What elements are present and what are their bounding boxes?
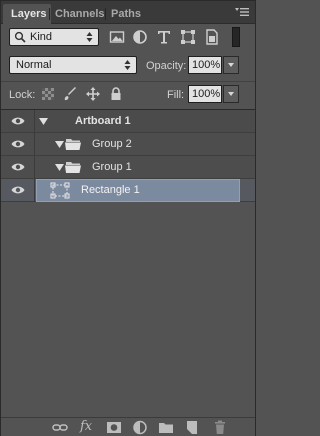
layers-list: Artboard 1 Group 2 Group 1 Rectangle 1 xyxy=(1,109,255,417)
tab-layers[interactable]: Layers xyxy=(3,4,52,24)
filter-kind-select[interactable]: Kind xyxy=(9,28,99,46)
visibility-cell[interactable] xyxy=(1,156,35,178)
layer-name: Group 2 xyxy=(92,138,132,150)
layer-row-artboard[interactable]: Artboard 1 xyxy=(1,110,255,133)
layers-panel: Layers Channels Paths Kind Normal Opacit… xyxy=(0,0,256,436)
adjustment-filter-icon[interactable] xyxy=(132,29,148,45)
eye-icon[interactable] xyxy=(11,162,25,172)
opacity-slider-button[interactable] xyxy=(223,56,239,74)
pixel-filter-icon[interactable] xyxy=(109,29,125,45)
blend-mode-label: Normal xyxy=(16,59,52,71)
eye-icon[interactable] xyxy=(11,139,25,149)
blend-mode-select[interactable]: Normal xyxy=(9,56,137,74)
adjustment-layer-icon[interactable] xyxy=(132,420,148,435)
link-layers-icon[interactable] xyxy=(52,420,68,435)
fill-slider-button[interactable] xyxy=(223,85,239,103)
visibility-cell[interactable] xyxy=(1,179,35,201)
opacity-input[interactable]: 100% xyxy=(188,56,222,74)
opacity-label: Opacity: xyxy=(146,60,187,72)
layer-name: Group 1 xyxy=(92,161,132,173)
smart-object-filter-icon[interactable] xyxy=(204,29,220,45)
layer-row-group[interactable]: Group 1 xyxy=(1,156,255,179)
fill-label: Fill: xyxy=(167,89,185,101)
shape-thumbnail-icon xyxy=(50,182,70,199)
filter-toggle-switch[interactable] xyxy=(232,27,240,47)
expand-caret-icon[interactable] xyxy=(39,118,48,125)
blend-row: Normal Opacity: 100% xyxy=(1,54,255,78)
tab-divider xyxy=(49,8,50,20)
tab-divider xyxy=(105,8,106,20)
folder-icon xyxy=(65,162,81,173)
expand-caret-icon[interactable] xyxy=(55,141,64,148)
visibility-cell[interactable] xyxy=(1,133,35,155)
lock-pixels-brush-icon[interactable] xyxy=(63,87,77,101)
fill-input[interactable]: 100% xyxy=(188,85,222,103)
layer-name: Artboard 1 xyxy=(75,115,131,127)
updown-arrows-icon xyxy=(124,60,131,70)
lock-label: Lock: xyxy=(9,89,36,101)
filter-kind-label: Kind xyxy=(30,31,53,43)
visibility-cell[interactable] xyxy=(1,110,35,132)
shape-filter-icon[interactable] xyxy=(180,29,196,45)
panel-tab-bar: Layers Channels Paths xyxy=(1,1,255,24)
updown-arrows-icon xyxy=(86,32,93,42)
add-mask-icon[interactable] xyxy=(106,420,122,435)
tab-paths[interactable]: Paths xyxy=(111,4,141,24)
lock-transparency-icon[interactable] xyxy=(41,87,55,101)
type-filter-icon[interactable] xyxy=(156,29,172,45)
filter-row: Kind xyxy=(1,24,255,54)
layer-name: Rectangle 1 xyxy=(81,184,140,196)
new-layer-icon[interactable] xyxy=(184,420,200,435)
new-group-icon[interactable] xyxy=(158,420,174,435)
layer-row-shape[interactable]: Rectangle 1 xyxy=(1,179,255,202)
lock-row: Lock: Fill: 100% xyxy=(1,81,255,107)
folder-icon xyxy=(65,139,81,150)
delete-icon[interactable] xyxy=(212,420,228,435)
layers-bottom-toolbar: fx xyxy=(1,417,255,436)
search-icon xyxy=(14,31,26,43)
fx-icon[interactable]: fx xyxy=(80,419,92,434)
eye-icon[interactable] xyxy=(11,185,25,195)
layer-row-group[interactable]: Group 2 xyxy=(1,133,255,156)
lock-position-move-icon[interactable] xyxy=(86,87,100,101)
lock-all-icon[interactable] xyxy=(109,87,123,101)
tab-channels[interactable]: Channels xyxy=(55,4,105,24)
panel-menu-icon[interactable] xyxy=(235,7,249,17)
eye-icon[interactable] xyxy=(11,116,25,126)
expand-caret-icon[interactable] xyxy=(55,164,64,171)
